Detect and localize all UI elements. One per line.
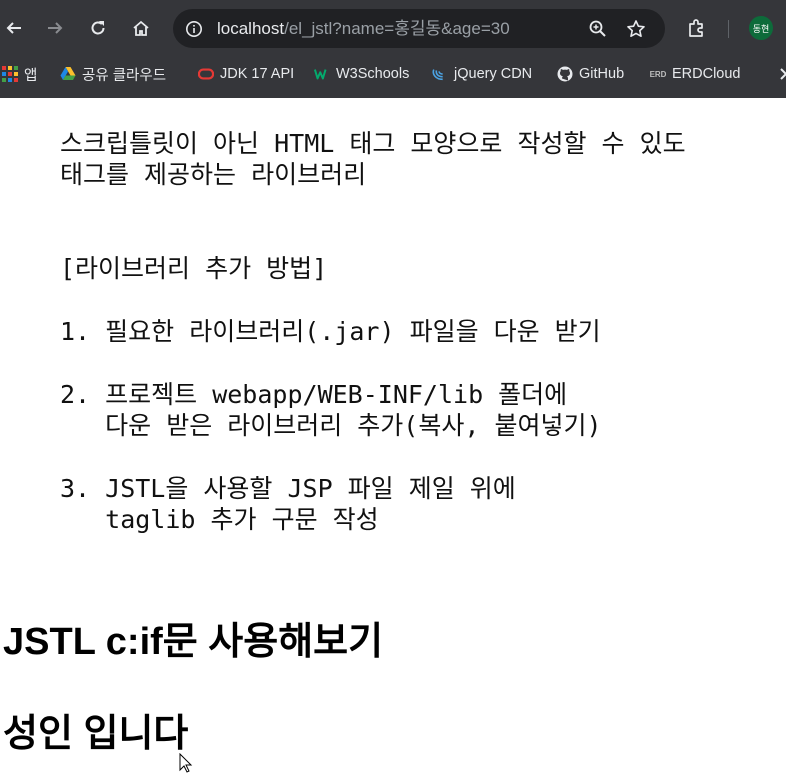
heading-jstl-cif: JSTL c:if문 사용해보기	[3, 621, 384, 663]
apps-grid-icon	[2, 66, 18, 82]
chevron-right-icon	[776, 66, 786, 82]
bookmarks-overflow-button[interactable]	[776, 63, 786, 85]
bookmark-label: W3Schools	[336, 66, 410, 82]
zoom-magnifier-icon	[589, 20, 606, 37]
section-title: [라이브러리 추가 방법]	[60, 254, 328, 283]
profile-initials: 동현	[752, 24, 770, 35]
step-3-line-1: 3. JSTL을 사용할 JSP 파일 제일 위에	[60, 474, 516, 503]
heading-adult-result: 성인 입니다	[3, 713, 189, 755]
w3schools-icon	[314, 66, 330, 82]
github-icon	[557, 66, 573, 82]
bookmark-label: jQuery CDN	[454, 66, 533, 82]
url-path: /el_jstl?name=홍길동&age=30	[284, 19, 510, 38]
home-icon	[133, 20, 149, 36]
bookmark-star-button[interactable]	[624, 17, 648, 41]
bookmark-w3schools[interactable]: W3Schools	[314, 63, 409, 85]
forward-arrow-icon	[48, 22, 63, 34]
zoom-button[interactable]	[586, 17, 610, 41]
step-2-line-2: 다운 받은 라이브러리 추가(복사, 붙여넣기)	[60, 411, 602, 440]
back-arrow-icon	[6, 22, 21, 34]
bookmark-label: GitHub	[579, 66, 625, 82]
mouse-pointer-icon	[179, 752, 193, 777]
star-icon	[627, 20, 645, 37]
intro-line-2: 태그를 제공하는 라이브러리	[60, 160, 367, 189]
toolbar-divider	[728, 20, 729, 38]
bookmark-erdcloud[interactable]: ERD ERDCloud	[650, 63, 741, 85]
bookmark-label: 공유 클라우드	[82, 67, 167, 84]
bookmark-label: ERDCloud	[672, 66, 741, 82]
site-info-button[interactable]	[183, 18, 205, 40]
puzzle-piece-icon	[689, 19, 703, 37]
home-button[interactable]	[127, 14, 155, 42]
page-content: 스크립틀릿이 아닌 HTML 태그 모양으로 작성할 수 있도 태그를 제공하는…	[0, 98, 786, 773]
extensions-button[interactable]	[683, 14, 711, 42]
bookmarks-bar: 앱 공유 클라우드 JDK 17 API W3Schools jQuery CD…	[0, 57, 786, 90]
bookmark-jdk17-api[interactable]: JDK 17 API	[198, 63, 294, 85]
url-host: localhost	[217, 19, 285, 38]
browser-toolbar: localhost/el_jstl?name=홍길동&age=30 동현	[0, 0, 786, 57]
step-3-line-2: taglib 추가 구문 작성	[60, 505, 379, 534]
back-button[interactable]	[0, 14, 28, 42]
reload-icon	[91, 21, 105, 35]
bookmark-shared-cloud[interactable]: 공유 클라우드	[60, 63, 166, 85]
bookmark-jquery-cdn[interactable]: jQuery CDN	[432, 63, 532, 85]
bookmark-apps[interactable]: 앱	[2, 63, 37, 85]
info-circle-icon	[186, 21, 202, 37]
google-drive-icon	[60, 66, 76, 82]
reload-button[interactable]	[84, 14, 112, 42]
bookmark-label: 앱	[24, 67, 38, 84]
erd-icon: ERD	[649, 69, 667, 79]
profile-avatar[interactable]: 동현	[749, 16, 773, 40]
address-bar[interactable]: localhost/el_jstl?name=홍길동&age=30	[173, 9, 665, 48]
bookmark-label: JDK 17 API	[220, 66, 295, 82]
intro-line-1: 스크립틀릿이 아닌 HTML 태그 모양으로 작성할 수 있도	[60, 129, 686, 158]
browser-chrome: localhost/el_jstl?name=홍길동&age=30 동현 앱 공…	[0, 0, 786, 98]
oracle-icon	[198, 66, 214, 82]
forward-button[interactable]	[41, 14, 69, 42]
url-text[interactable]: localhost/el_jstl?name=홍길동&age=30	[217, 18, 510, 40]
step-2-line-1: 2. 프로젝트 webapp/WEB-INF/lib 폴더에	[60, 380, 568, 409]
bookmark-github[interactable]: GitHub	[557, 63, 624, 85]
jquery-icon	[432, 66, 448, 82]
step-1: 1. 필요한 라이브러리(.jar) 파일을 다운 받기	[60, 317, 601, 346]
